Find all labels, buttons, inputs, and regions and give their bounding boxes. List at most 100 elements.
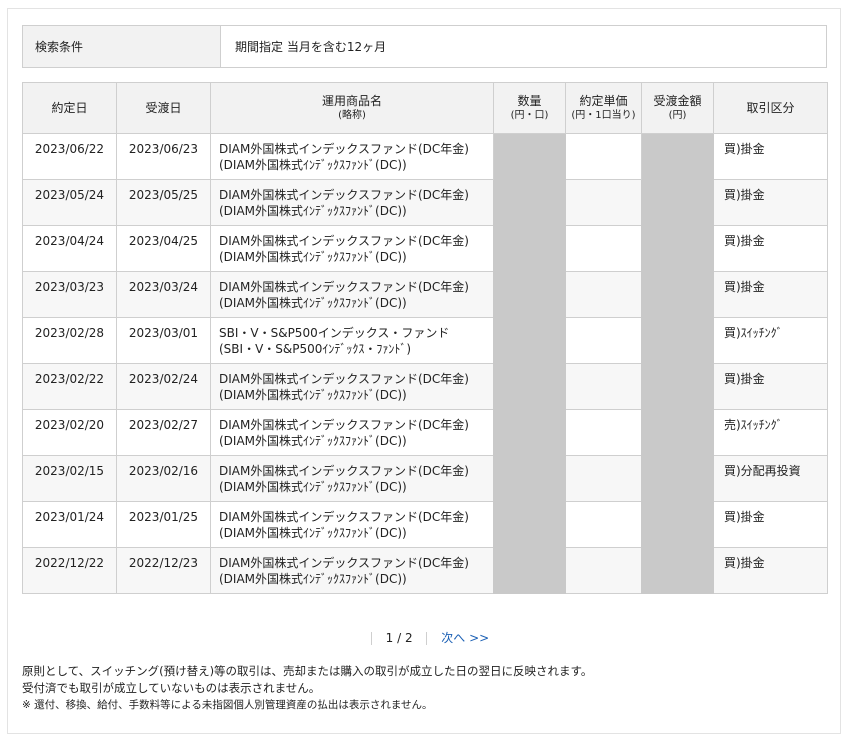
cell-fund-name: DIAM外国株式インデックスファンド(DC年金) (DIAM外国株式ｲﾝﾃﾞｯｸｽ…: [210, 455, 494, 502]
cell-fund-name: DIAM外国株式インデックスファンド(DC年金) (DIAM外国株式ｲﾝﾃﾞｯｸｽ…: [210, 271, 494, 318]
cell-fund-name: DIAM外国株式インデックスファンド(DC年金) (DIAM外国株式ｲﾝﾃﾞｯｸｽ…: [210, 409, 494, 456]
note-line-3: ※ 還付、移換、給付、手数料等による未指図個人別管理資産の払出は表示されません。: [22, 699, 433, 711]
cell-category: 買)掛金: [713, 179, 828, 226]
cell-unit-price: [565, 501, 642, 548]
header-quantity-label: 数量: [517, 94, 542, 109]
pagination: 1 / 2 次へ >>: [0, 629, 850, 646]
fund-name: DIAM外国株式インデックスファンド(DC年金): [219, 188, 469, 202]
pagination-divider: [370, 632, 372, 645]
header-unit-price-label: 約定単価: [579, 94, 628, 109]
fund-name: DIAM外国株式インデックスファンド(DC年金): [219, 280, 469, 294]
cell-delivery-date: 2023/03/24: [116, 271, 211, 318]
cell-trade-date: 2023/02/20: [22, 409, 117, 456]
pagination-current: 1 / 2: [385, 631, 413, 645]
cell-category: 買)掛金: [713, 547, 828, 594]
note-line-1: 原則として、スイッチング(預け替え)等の取引は、売却または購入の取引が成立した日…: [22, 664, 593, 678]
pagination-divider: [426, 632, 428, 645]
fund-short-name: (DIAM外国株式ｲﾝﾃﾞｯｸｽﾌｧﾝﾄﾞ(DC)): [219, 296, 407, 311]
cell-delivery-date: 2022/12/23: [116, 547, 211, 594]
cell-trade-date: 2023/05/24: [22, 179, 117, 226]
header-quantity: 数量 (円・口): [493, 82, 566, 134]
header-quantity-sub: (円・口): [510, 110, 549, 122]
fund-short-name: (DIAM外国株式ｲﾝﾃﾞｯｸｽﾌｧﾝﾄﾞ(DC)): [219, 572, 407, 587]
cell-delivery-date: 2023/02/16: [116, 455, 211, 502]
cell-delivery-date: 2023/03/01: [116, 317, 211, 364]
cell-category: 買)分配再投資: [713, 455, 828, 502]
cell-unit-price: [565, 271, 642, 318]
fund-short-name: (DIAM外国株式ｲﾝﾃﾞｯｸｽﾌｧﾝﾄﾞ(DC)): [219, 526, 407, 541]
fund-name: SBI・V・S&P500インデックス・ファンド: [219, 326, 450, 340]
cell-delivery-date: 2023/01/25: [116, 501, 211, 548]
cell-unit-price: [565, 409, 642, 456]
redacted-amount: [641, 133, 714, 594]
fund-short-name: (DIAM外国株式ｲﾝﾃﾞｯｸｽﾌｧﾝﾄﾞ(DC)): [219, 434, 407, 449]
fund-short-name: (DIAM外国株式ｲﾝﾃﾞｯｸｽﾌｧﾝﾄﾞ(DC)): [219, 158, 407, 173]
cell-trade-date: 2023/02/28: [22, 317, 117, 364]
fund-name: DIAM外国株式インデックスファンド(DC年金): [219, 464, 469, 478]
fund-name: DIAM外国株式インデックスファンド(DC年金): [219, 510, 469, 524]
next-page-link[interactable]: 次へ >>: [441, 631, 489, 645]
transaction-table: 約定日 受渡日 運用商品名 (略称) 数量 (円・口) 約定単価 (円・1口当り…: [22, 82, 828, 594]
fund-short-name: (DIAM外国株式ｲﾝﾃﾞｯｸｽﾌｧﾝﾄﾞ(DC)): [219, 250, 407, 265]
cell-unit-price: [565, 133, 642, 180]
table-row: 2023/06/22 2023/06/23 DIAM外国株式インデックスファンド(D…: [22, 133, 828, 594]
header-category: 取引区分: [713, 82, 828, 134]
fund-short-name: (SBI・V・S&P500ｲﾝﾃﾞｯｸｽ・ﾌｧﾝﾄﾞ): [219, 342, 412, 357]
header-fund-name-label: 運用商品名: [321, 94, 382, 109]
cell-unit-price: [565, 317, 642, 364]
fund-name: DIAM外国株式インデックスファンド(DC年金): [219, 556, 469, 570]
cell-unit-price: [565, 363, 642, 410]
cell-category: 買)掛金: [713, 225, 828, 272]
redacted-quantity: [493, 133, 566, 594]
cell-fund-name: DIAM外国株式インデックスファンド(DC年金) (DIAM外国株式ｲﾝﾃﾞｯｸｽ…: [210, 225, 494, 272]
cell-fund-name: DIAM外国株式インデックスファンド(DC年金) (DIAM外国株式ｲﾝﾃﾞｯｸｽ…: [210, 133, 494, 180]
cell-trade-date: 2022/12/22: [22, 547, 117, 594]
fund-name: DIAM外国株式インデックスファンド(DC年金): [219, 234, 469, 248]
cell-trade-date: 2023/01/24: [22, 501, 117, 548]
cell-category: 買)掛金: [713, 133, 828, 180]
cell-delivery-date: 2023/04/25: [116, 225, 211, 272]
cell-category: 買)ｽｲｯﾁﾝｸﾞ: [713, 317, 828, 364]
header-amount-sub: (円): [668, 110, 687, 122]
table-header-row: 約定日 受渡日 運用商品名 (略称) 数量 (円・口) 約定単価 (円・1口当り…: [22, 82, 828, 134]
fund-name: DIAM外国株式インデックスファンド(DC年金): [219, 372, 469, 386]
fund-short-name: (DIAM外国株式ｲﾝﾃﾞｯｸｽﾌｧﾝﾄﾞ(DC)): [219, 388, 407, 403]
cell-unit-price: [565, 455, 642, 502]
cell-category: 買)掛金: [713, 271, 828, 318]
cell-trade-date: 2023/03/23: [22, 271, 117, 318]
header-delivery-date: 受渡日: [116, 82, 211, 134]
cell-delivery-date: 2023/02/24: [116, 363, 211, 410]
transaction-table-wrapper: 約定日 受渡日 運用商品名 (略称) 数量 (円・口) 約定単価 (円・1口当り…: [22, 82, 828, 594]
fund-short-name: (DIAM外国株式ｲﾝﾃﾞｯｸｽﾌｧﾝﾄﾞ(DC)): [219, 204, 407, 219]
cell-unit-price: [565, 225, 642, 272]
search-condition-box: 検索条件 期間指定 当月を含む12ヶ月: [22, 25, 827, 68]
cell-fund-name: DIAM外国株式インデックスファンド(DC年金) (DIAM外国株式ｲﾝﾃﾞｯｸｽ…: [210, 179, 494, 226]
cell-fund-name: DIAM外国株式インデックスファンド(DC年金) (DIAM外国株式ｲﾝﾃﾞｯｸｽ…: [210, 363, 494, 410]
cell-delivery-date: 2023/06/23: [116, 133, 211, 180]
header-trade-date: 約定日: [22, 82, 117, 134]
cell-fund-name: DIAM外国株式インデックスファンド(DC年金) (DIAM外国株式ｲﾝﾃﾞｯｸｽ…: [210, 547, 494, 594]
cell-delivery-date: 2023/02/27: [116, 409, 211, 456]
cell-trade-date: 2023/04/24: [22, 225, 117, 272]
fund-name: DIAM外国株式インデックスファンド(DC年金): [219, 142, 469, 156]
fund-name: DIAM外国株式インデックスファンド(DC年金): [219, 418, 469, 432]
cell-category: 買)掛金: [713, 501, 828, 548]
header-unit-price: 約定単価 (円・1口当り): [565, 82, 642, 134]
note-line-2: 受付済でも取引が成立していないものは表示されません。: [22, 681, 321, 695]
cell-delivery-date: 2023/05/25: [116, 179, 211, 226]
cell-fund-name: SBI・V・S&P500インデックス・ファンド (SBI・V・S&P500ｲﾝﾃﾞ…: [210, 317, 494, 364]
header-fund-name: 運用商品名 (略称): [210, 82, 494, 134]
cell-category: 売)ｽｲｯﾁﾝｸﾞ: [713, 409, 828, 456]
header-unit-price-sub: (円・1口当り): [571, 110, 636, 122]
notes: 原則として、スイッチング(預け替え)等の取引は、売却または購入の取引が成立した日…: [22, 663, 592, 714]
cell-unit-price: [565, 179, 642, 226]
cell-fund-name: DIAM外国株式インデックスファンド(DC年金) (DIAM外国株式ｲﾝﾃﾞｯｸｽ…: [210, 501, 494, 548]
header-amount: 受渡金額 (円): [641, 82, 714, 134]
search-condition-label: 検索条件: [23, 26, 221, 67]
cell-trade-date: 2023/06/22: [22, 133, 117, 180]
cell-category: 買)掛金: [713, 363, 828, 410]
header-amount-label: 受渡金額: [653, 94, 702, 109]
header-fund-name-sub: (略称): [338, 110, 366, 122]
search-condition-value: 期間指定 当月を含む12ヶ月: [235, 40, 387, 54]
cell-trade-date: 2023/02/22: [22, 363, 117, 410]
